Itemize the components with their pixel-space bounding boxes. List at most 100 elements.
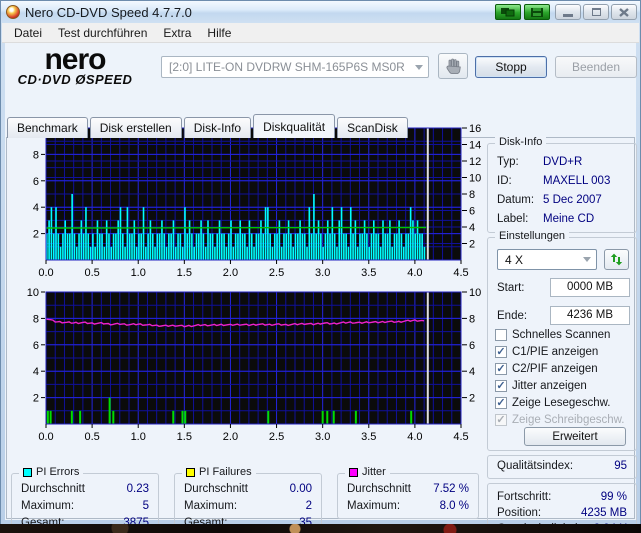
- checkbox-zeige-lesegeschw[interactable]: ✓ Zeige Lesegeschw.: [495, 394, 632, 411]
- svg-text:10: 10: [469, 287, 481, 299]
- disk-info-value: 5 Dec 2007: [543, 194, 602, 206]
- refresh-button[interactable]: [604, 249, 629, 270]
- stat-box-title-text: Jitter: [362, 466, 386, 478]
- svg-text:8: 8: [469, 313, 475, 325]
- stat-value: 0.00: [289, 483, 312, 495]
- stat-row: Durchschnitt 7.52 %: [347, 483, 469, 495]
- screen: Nero CD-DVD Speed 4.7.7.0 Datei Test dur…: [0, 0, 641, 533]
- svg-text:4.0: 4.0: [407, 431, 422, 443]
- refresh-icon: [610, 253, 623, 266]
- svg-text:3.5: 3.5: [361, 431, 376, 443]
- disk-info-label: Datum:: [497, 194, 535, 206]
- minimize-button[interactable]: [555, 4, 581, 20]
- checkbox-c2-pif-anzeigen[interactable]: ✓ C2/PIF anzeigen: [495, 360, 632, 377]
- speed-select-value: 4 X: [505, 252, 524, 267]
- capture-screenshot-button[interactable]: [495, 4, 521, 20]
- disk-info-row: Label: Meine CD: [497, 213, 628, 225]
- svg-text:4: 4: [469, 222, 475, 234]
- disk-info-row: Datum: 5 Dec 2007: [497, 194, 628, 206]
- checkbox-schnelles-scannen[interactable]: Schnelles Scannen: [495, 326, 632, 343]
- checkbox-box[interactable]: ✓: [495, 345, 507, 358]
- titlebar-buttons: [495, 4, 637, 20]
- svg-text:8: 8: [469, 189, 475, 201]
- checkbox-c1-pie-anzeigen[interactable]: ✓ C1/PIE anzeigen: [495, 343, 632, 360]
- tab-benchmark[interactable]: Benchmark: [7, 117, 88, 138]
- progress-label: Position:: [497, 507, 542, 519]
- svg-text:2: 2: [33, 229, 39, 241]
- svg-text:3.0: 3.0: [315, 431, 330, 443]
- tabbar: Benchmark Disk erstellen Disk-Info Diskqual…: [7, 114, 410, 138]
- disk-info-box: Disk-Info Typ: DVD+R ID: MAXELL 003 Datum: 5 …: [487, 136, 637, 233]
- stat-box-title: PI Errors: [19, 466, 84, 478]
- svg-text:6: 6: [33, 340, 39, 352]
- tab-scandisk[interactable]: ScanDisk: [337, 117, 408, 138]
- svg-text:0.0: 0.0: [38, 431, 53, 443]
- checkbox-box[interactable]: ✓: [495, 379, 507, 392]
- menu-item-test-durchf-hren[interactable]: Test durchführen: [50, 24, 155, 42]
- tab-diskqualit-t[interactable]: Diskqualität: [253, 114, 336, 138]
- speed-select[interactable]: 4 X: [497, 249, 597, 270]
- svg-text:1.0: 1.0: [131, 431, 146, 443]
- stat-label: Maximum:: [21, 500, 75, 512]
- checkbox-label: C1/PIE anzeigen: [512, 345, 599, 358]
- stat-row: Durchschnitt 0.00: [184, 483, 312, 495]
- disk-info-label: Typ:: [497, 156, 519, 168]
- close-icon: [619, 7, 629, 17]
- svg-text:4.5: 4.5: [453, 267, 468, 279]
- disk-info-label: ID:: [497, 175, 512, 187]
- maximize-button[interactable]: [583, 4, 609, 20]
- settings-title: Einstellungen: [495, 230, 570, 242]
- drive-selector[interactable]: [2:0] LITE-ON DVDRW SHM-165P6S MS0R: [161, 56, 429, 78]
- checkbox-zeige-schreibgeschw: ✓ Zeige Schreibgeschw.: [495, 411, 632, 428]
- cdvdspeed-logo-text: CD·DVD ØSPEED: [17, 72, 133, 87]
- checkbox-box[interactable]: [495, 328, 507, 341]
- checkbox-box[interactable]: ✓: [495, 362, 507, 375]
- svg-text:4: 4: [33, 366, 39, 378]
- end-input[interactable]: 4236 MB: [550, 306, 630, 325]
- menubar: Datei Test durchführen Extra Hilfe: [2, 23, 639, 43]
- stop-button[interactable]: Stopp: [475, 56, 547, 78]
- progress-row: Fortschritt: 99 %: [497, 491, 627, 503]
- menu-item-extra[interactable]: Extra: [155, 24, 199, 42]
- stat-value: 8.0 %: [439, 500, 469, 512]
- svg-text:10: 10: [469, 173, 481, 185]
- start-input[interactable]: 0000 MB: [550, 278, 630, 297]
- svg-text:1.5: 1.5: [177, 267, 192, 279]
- maximize-icon: [591, 8, 601, 16]
- stat-box-title-text: PI Errors: [36, 466, 80, 478]
- stat-box-title-text: PI Failures: [199, 466, 252, 478]
- checkbox-jitter-anzeigen[interactable]: ✓ Jitter anzeigen: [495, 377, 632, 394]
- drive-selector-value: [2:0] LITE-ON DVDRW SHM-165P6S MS0R: [169, 60, 405, 74]
- disk-icon: [531, 7, 543, 17]
- menu-item-datei[interactable]: Datei: [6, 24, 50, 42]
- exit-button[interactable]: Beenden: [555, 56, 637, 78]
- chevron-down-icon: [415, 64, 423, 70]
- minimize-icon: [563, 14, 573, 17]
- jitter-chart: 10 8 6 4 2 10 8 6 4 2 0.0 0.5 1.0 1.5 2.0 2.5 3.0 3.5 4.0 4…: [27, 287, 482, 443]
- checkbox-box[interactable]: ✓: [495, 396, 507, 409]
- checkbox-label: Zeige Schreibgeschw.: [512, 413, 625, 426]
- svg-text:2: 2: [33, 393, 39, 405]
- close-button[interactable]: [611, 4, 637, 20]
- stat-label: Durchschnitt: [347, 483, 411, 495]
- app-window: Nero CD-DVD Speed 4.7.7.0 Datei Test dur…: [0, 0, 641, 533]
- menu-item-hilfe[interactable]: Hilfe: [199, 24, 239, 42]
- svg-text:12: 12: [469, 156, 481, 168]
- stat-row: Maximum: 5: [21, 500, 149, 512]
- svg-text:4.0: 4.0: [407, 267, 422, 279]
- legend-color-swatch: [186, 467, 195, 477]
- speed-select-arrow[interactable]: [578, 257, 596, 262]
- svg-text:2.0: 2.0: [223, 267, 238, 279]
- chevron-down-icon: [583, 257, 591, 262]
- eject-hand-button[interactable]: [438, 53, 468, 79]
- tab-disk-erstellen[interactable]: Disk erstellen: [89, 117, 182, 138]
- stat-box-jitter: Jitter Durchschnitt 7.52 % Maximum: 8.0 %: [337, 466, 479, 519]
- titlebar[interactable]: Nero CD-DVD Speed 4.7.7.0: [1, 1, 640, 23]
- svg-text:6: 6: [469, 206, 475, 218]
- tab-disk-info[interactable]: Disk-Info: [183, 117, 252, 138]
- svg-text:4: 4: [33, 202, 39, 214]
- stat-value: 0.23: [126, 483, 149, 495]
- drive-selector-arrow[interactable]: [410, 64, 428, 70]
- save-graph-button[interactable]: [524, 4, 550, 20]
- advanced-button[interactable]: Erweitert: [524, 427, 626, 446]
